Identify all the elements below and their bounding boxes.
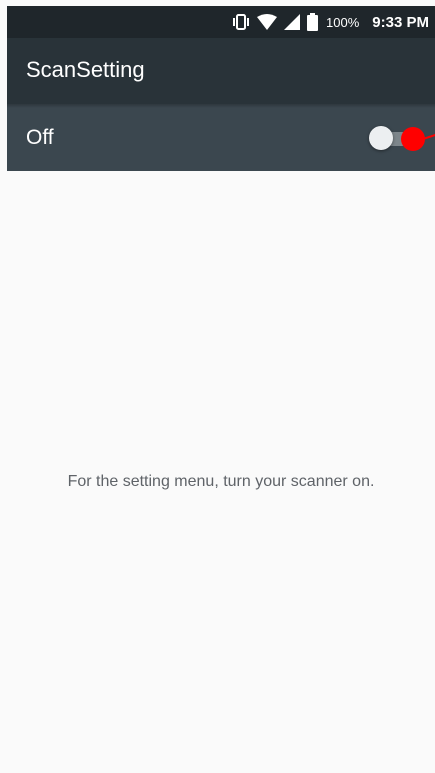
tap-marker-line	[422, 133, 435, 140]
scanner-toggle-bar[interactable]: Off	[7, 104, 435, 171]
wifi-icon	[257, 14, 278, 30]
battery-icon	[307, 13, 319, 31]
clock: 9:33 PM	[372, 13, 429, 31]
status-icons: 100% 9:33 PM	[232, 6, 429, 38]
battery-percent: 100%	[326, 14, 360, 30]
scanner-off-message: For the setting menu, turn your scanner …	[67, 473, 375, 490]
screen: 100% 9:33 PM ScanSetting Off For the set…	[7, 6, 435, 773]
cell-signal-icon	[284, 14, 301, 30]
app-title: ScanSetting	[26, 57, 145, 82]
app-bar: ScanSetting	[7, 38, 435, 104]
status-bar: 100% 9:33 PM	[7, 6, 435, 38]
content-area: For the setting menu, turn your scanner …	[7, 171, 435, 773]
vibrate-icon	[232, 14, 250, 30]
scanner-switch[interactable]	[367, 121, 435, 155]
switch-thumb[interactable]	[369, 126, 393, 150]
scanner-toggle-label: Off	[26, 126, 54, 149]
tap-marker	[401, 127, 425, 151]
